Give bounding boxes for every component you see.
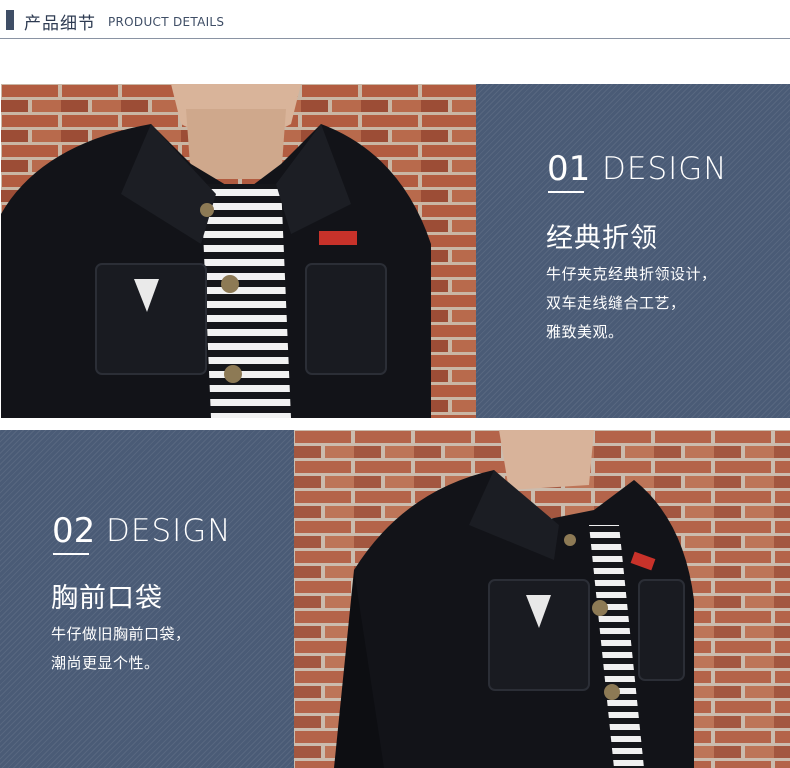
feature-title: 胸前口袋 [51,583,163,614]
header-title-cn: 产品细节 [24,14,96,34]
design-panel-01: 01 DESIGN 经典折领 牛仔夹克经典折领设计， 双车走线缝合工艺， 雅致美… [476,84,790,418]
number-underline [53,553,89,555]
feature-title: 经典折领 [546,223,658,254]
header-accent-bar [6,10,14,30]
feature-description: 牛仔夹克经典折领设计， 双车走线缝合工艺， 雅致美观。 [546,260,717,347]
number-underline [548,191,584,193]
design-label: DESIGN [602,151,728,187]
description-line: 牛仔做旧胸前口袋， [51,625,191,643]
design-label: DESIGN [106,513,232,549]
design-panel-02: 02 DESIGN 胸前口袋 牛仔做旧胸前口袋， 潮尚更显个性。 [0,430,294,768]
design-number: 02 [52,511,96,551]
description-line: 潮尚更显个性。 [51,654,160,672]
feature-description: 牛仔做旧胸前口袋， 潮尚更显个性。 [51,620,191,678]
collar-detail-photo [1,84,476,418]
description-line: 牛仔夹克经典折领设计， [546,265,717,283]
header-title-en: PRODUCT DETAILS [108,15,225,29]
header-divider [0,38,790,39]
design-number: 01 [547,149,591,189]
description-line: 双车走线缝合工艺， [546,294,686,312]
chest-pocket-photo [294,430,790,768]
section-header: 产品细节 PRODUCT DETAILS [0,0,790,40]
description-line: 雅致美观。 [546,323,624,341]
